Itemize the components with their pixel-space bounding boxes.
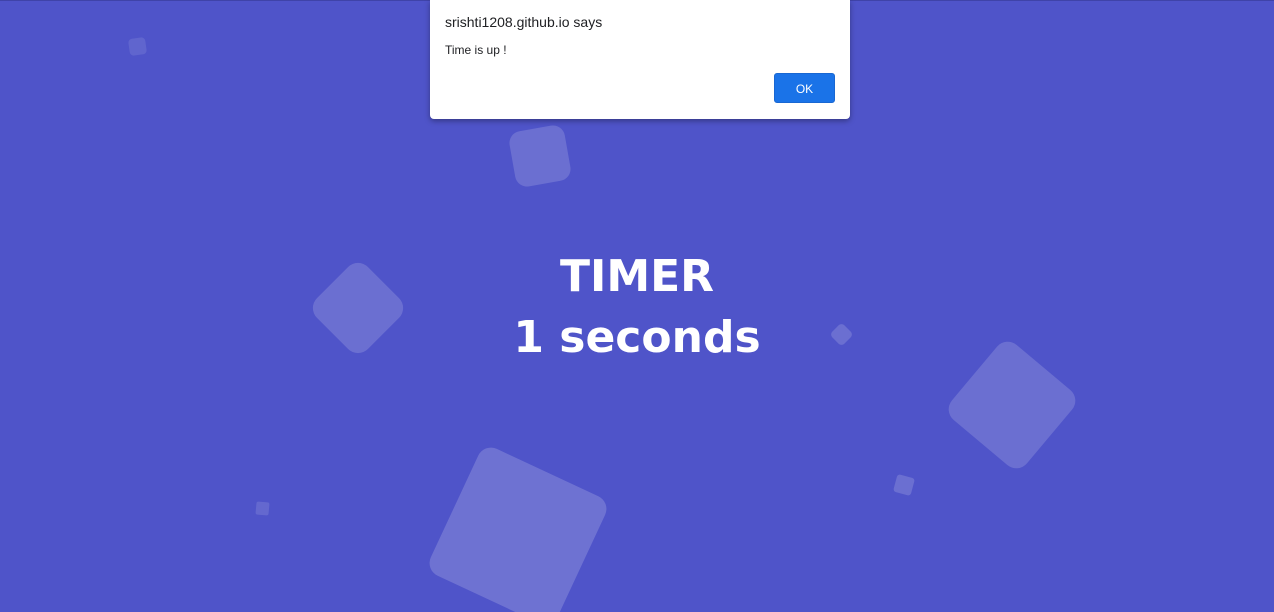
decorative-square	[127, 36, 148, 57]
decorative-square	[424, 442, 612, 612]
decorative-square	[507, 123, 573, 189]
dialog-message: Time is up !	[445, 43, 507, 57]
dialog-origin: srishti1208.github.io says	[445, 14, 603, 30]
timer-title: TIMER	[559, 251, 715, 302]
decorative-square	[892, 473, 916, 497]
ok-button[interactable]: OK	[774, 73, 835, 103]
alert-dialog: srishti1208.github.io says Time is up ! …	[430, 0, 850, 119]
decorative-square	[255, 501, 270, 516]
timer-display: TIMER 1 seconds	[0, 248, 1274, 370]
timer-value: 1 seconds	[513, 312, 761, 363]
